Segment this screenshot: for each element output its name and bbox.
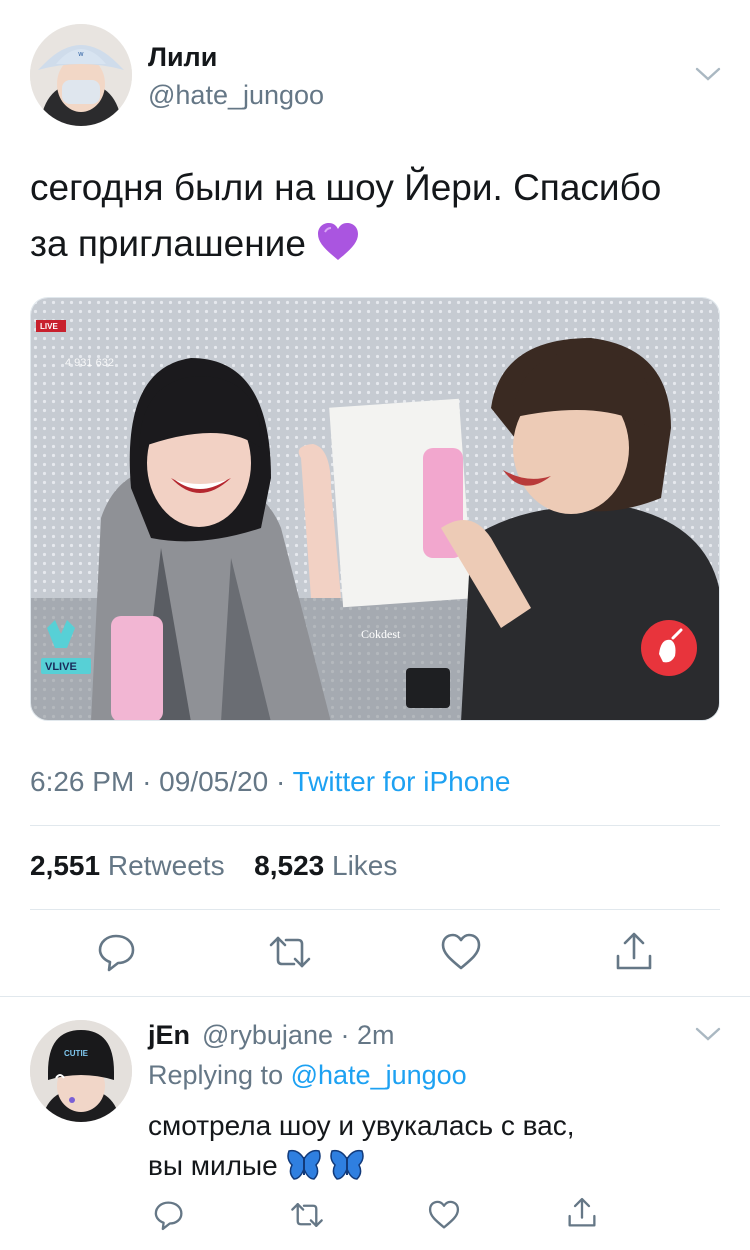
share-icon[interactable] — [565, 1196, 599, 1230]
reply-author-avatar[interactable]: CUTIE — [30, 1020, 132, 1122]
butterfly-icon — [286, 1149, 322, 1192]
tweet-timestamp-row: 6:26 PM · 09/05/20 · Twitter for iPhone — [30, 766, 510, 798]
vlive-label: VLIVE — [45, 661, 77, 673]
reply-text-line2-wrap: вы милые — [148, 1146, 708, 1192]
live-badge: LIVE — [40, 322, 58, 331]
divider — [30, 909, 720, 910]
tweet-text-line1: сегодня были на шоу Йери. Спасибо — [30, 167, 662, 208]
like-icon[interactable] — [427, 1198, 461, 1232]
author-avatar[interactable]: w — [30, 24, 132, 126]
retweet-count[interactable]: 2,551 — [30, 850, 100, 881]
media-watermark: Cokdest — [361, 627, 401, 641]
replying-to-label: Replying to — [148, 1060, 284, 1090]
retweet-label[interactable]: Retweets — [108, 850, 225, 881]
share-icon[interactable] — [612, 930, 656, 974]
reply-meta: @rybujane · 2m — [202, 1020, 395, 1051]
meta-dot: · — [275, 766, 286, 797]
reply-icon[interactable] — [152, 1198, 186, 1232]
tweet-media-image[interactable]: LIVE 4 931 632 VLIVE Cokdest — [30, 297, 720, 721]
purple-heart-icon — [316, 222, 360, 278]
meta-dot: · — [340, 1020, 350, 1050]
tweet-text-line2-wrap: за приглашение — [30, 216, 730, 278]
tweet-time: 6:26 PM — [30, 766, 135, 797]
like-label[interactable]: Likes — [332, 850, 397, 881]
reply-author-name[interactable]: jEn — [148, 1020, 190, 1051]
chevron-down-icon[interactable] — [694, 1024, 722, 1044]
meta-dot: · — [142, 766, 152, 797]
butterfly-icon — [329, 1149, 365, 1192]
retweet-icon[interactable] — [268, 930, 312, 974]
reply-time: 2m — [357, 1020, 395, 1050]
replying-to-handle[interactable]: @hate_jungoo — [291, 1060, 467, 1090]
tweet-date: 09/05/20 — [159, 766, 269, 797]
author-name[interactable]: Лили — [148, 42, 217, 73]
like-icon[interactable] — [439, 930, 483, 974]
chevron-down-icon[interactable] — [694, 64, 722, 84]
section-divider — [0, 996, 750, 997]
svg-text:w: w — [78, 50, 84, 58]
viewer-count: 4 931 632 — [65, 357, 114, 369]
reply-text: смотрела шоу и увукалась с вас, вы милые — [148, 1106, 708, 1192]
divider — [30, 825, 720, 826]
tweet-text-line2: за приглашение — [30, 223, 306, 264]
tweet-stats: 2,551 Retweets 8,523 Likes — [30, 850, 397, 882]
reply-text-line1: смотрела шоу и увукалась с вас, — [148, 1110, 575, 1141]
author-handle[interactable]: @hate_jungoo — [148, 80, 324, 111]
replying-to: Replying to @hate_jungoo — [148, 1060, 467, 1091]
reply-author-handle[interactable]: @rybujane — [202, 1020, 333, 1050]
reply-text-line2: вы милые — [148, 1150, 278, 1181]
beanie-text: CUTIE — [64, 1049, 89, 1058]
like-count[interactable]: 8,523 — [254, 850, 324, 881]
reply-icon[interactable] — [95, 930, 139, 974]
retweet-icon[interactable] — [290, 1198, 324, 1232]
tweet-text: сегодня были на шоу Йери. Спасибо за при… — [30, 160, 730, 278]
tweet-source-link[interactable]: Twitter for iPhone — [293, 766, 511, 797]
